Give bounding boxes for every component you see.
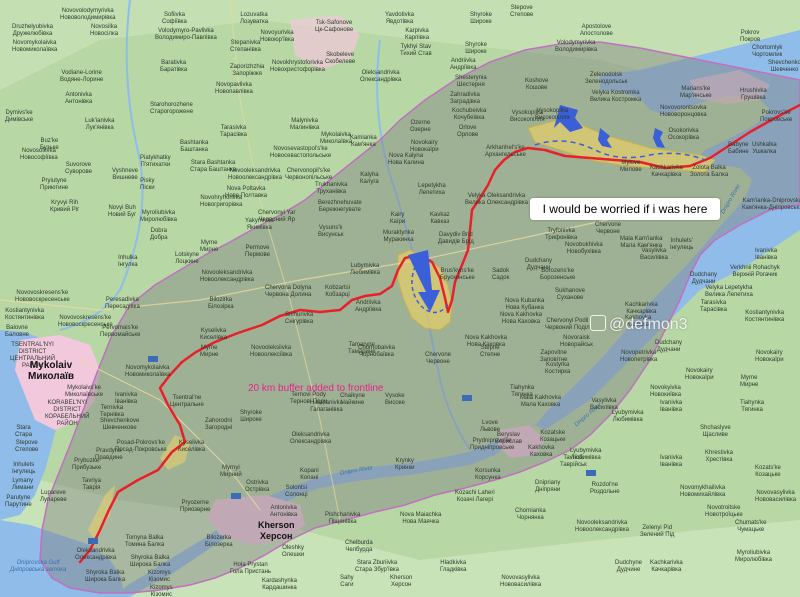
watermark-text: @defmon3 — [609, 316, 688, 333]
watermark-logo-icon — [590, 315, 606, 331]
map-base-layer — [0, 0, 800, 597]
annotation-note: I would be worried if i was here — [530, 198, 720, 220]
map-view[interactable]: Mykolaiv Миколаїв Kherson Херсон TSENTRA… — [0, 0, 800, 597]
buffer-label: 20 km buffer added to frontline — [248, 383, 384, 394]
watermark: @defmon3 — [590, 315, 688, 334]
